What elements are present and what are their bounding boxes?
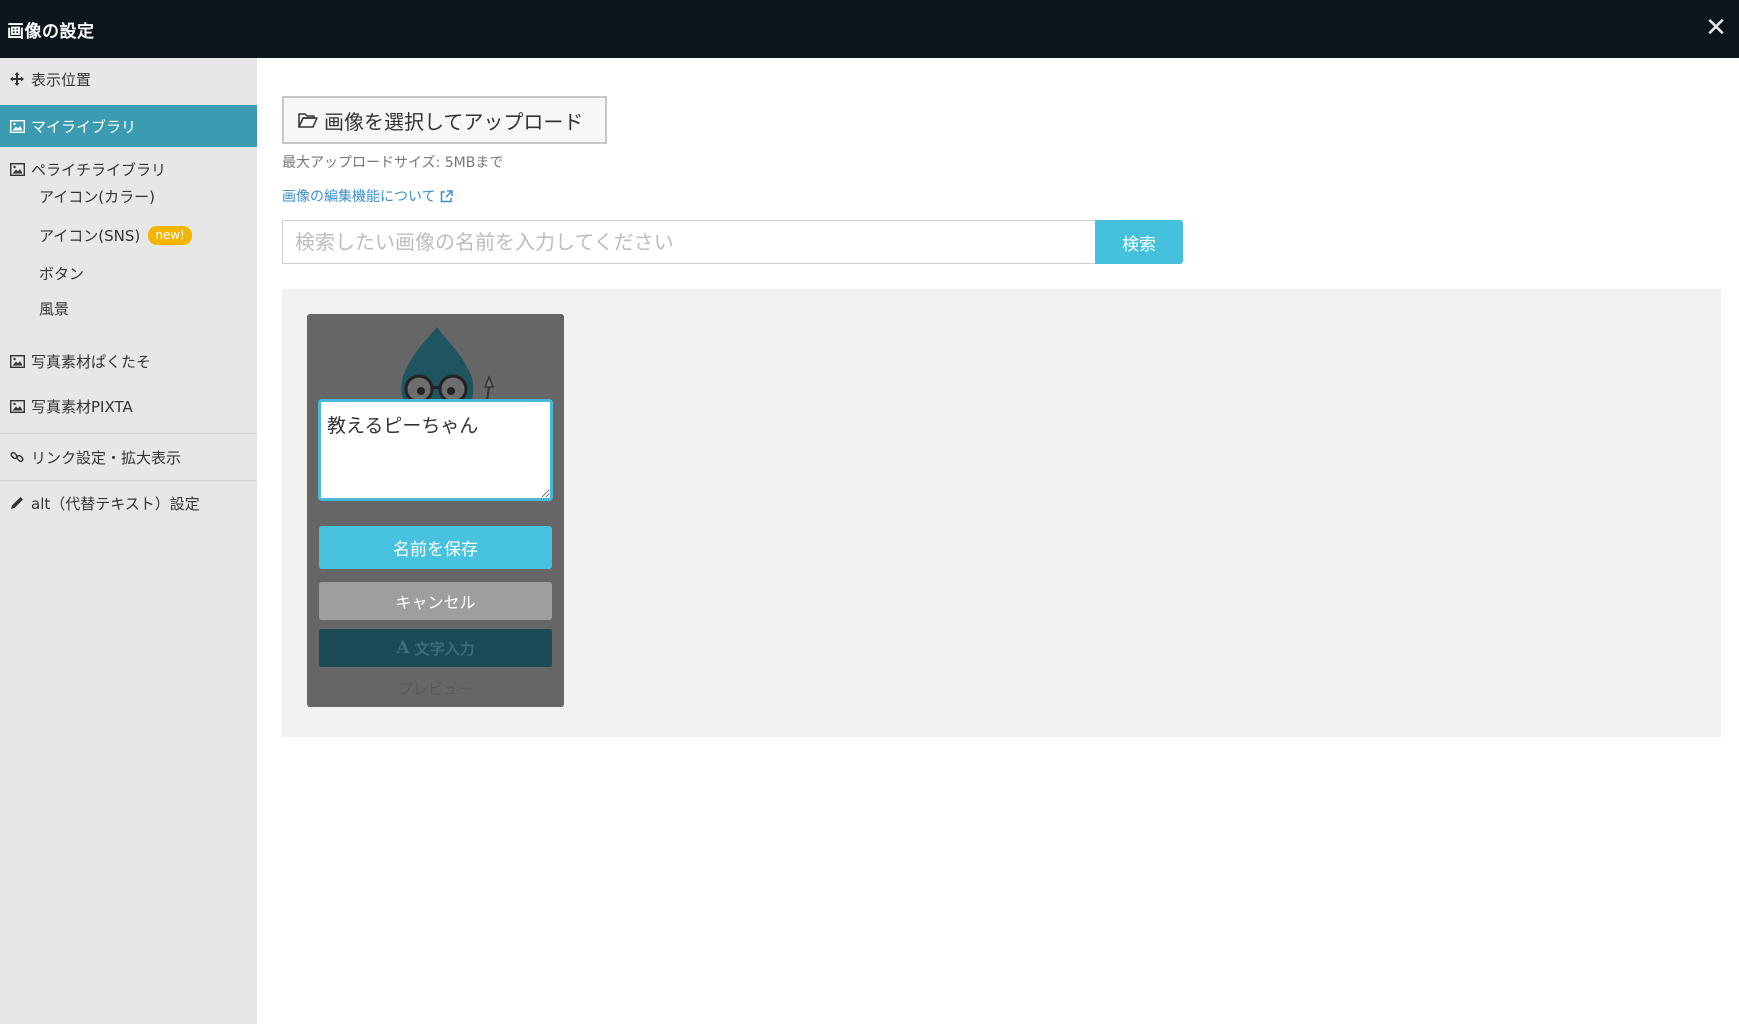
image-icon: [9, 353, 25, 369]
image-icon: [9, 118, 25, 134]
save-name-button[interactable]: 名前を保存: [319, 526, 552, 569]
sidebar-item-label: リンク設定・拡大表示: [31, 448, 182, 467]
image-editing-help-link[interactable]: 画像の編集機能について: [282, 186, 453, 206]
sidebar: 表示位置 マイライブラリ ペライチライブラリ アイコン(カラー) アイコン(SN…: [0, 58, 257, 1024]
sidebar-subitem-button[interactable]: ボタン: [39, 259, 84, 287]
sidebar-item-label: 写真素材PIXTA: [31, 397, 133, 416]
sidebar-item-pixta[interactable]: 写真素材PIXTA: [0, 388, 257, 424]
sidebar-item-position[interactable]: 表示位置: [0, 58, 257, 100]
external-link-icon: [440, 189, 453, 202]
link-icon: [9, 449, 25, 465]
sidebar-subitem-label: アイコン(SNS): [39, 226, 141, 245]
font-icon: A: [396, 638, 410, 658]
image-card[interactable]: 名前を保存 キャンセル A 文字入力 プレビュー: [307, 314, 564, 707]
text-input-button[interactable]: A 文字入力: [319, 629, 552, 667]
sidebar-subitem-label: アイコン(カラー): [39, 187, 155, 206]
sidebar-item-label: ペライチライブラリ: [31, 160, 167, 179]
search-button[interactable]: 検索: [1095, 220, 1183, 264]
upload-image-button[interactable]: 画像を選択してアップロード: [282, 96, 607, 144]
image-icon: [9, 398, 25, 414]
upload-size-note: 最大アップロードサイズ: 5MBまで: [282, 155, 504, 171]
upload-button-label: 画像を選択してアップロード: [324, 109, 584, 134]
help-link-label: 画像の編集機能について: [282, 189, 436, 205]
sidebar-subitem-label: ボタン: [39, 264, 85, 283]
sidebar-subitem-label: 風景: [39, 299, 70, 318]
sidebar-item-my-library[interactable]: マイライブラリ: [0, 105, 257, 147]
image-search-input[interactable]: [282, 220, 1095, 264]
new-badge: new!: [148, 225, 192, 245]
sidebar-subitem-scenery[interactable]: 風景: [39, 294, 69, 322]
sidebar-item-label: マイライブラリ: [31, 117, 137, 136]
close-icon[interactable]: ✕: [1701, 11, 1731, 45]
image-name-textarea[interactable]: [318, 399, 553, 501]
pencil-icon: [9, 495, 25, 511]
folder-open-icon: [298, 112, 318, 128]
preview-link[interactable]: プレビュー: [307, 678, 564, 699]
sidebar-item-pakutaso[interactable]: 写真素材ぱくたそ: [0, 343, 257, 379]
modal-header: 画像の設定 ✕: [0, 0, 1739, 58]
main-content: 画像を選択してアップロード 最大アップロードサイズ: 5MBまで 画像の編集機能…: [257, 58, 1739, 1024]
image-gallery: 名前を保存 キャンセル A 文字入力 プレビュー: [282, 289, 1721, 737]
modal-title: 画像の設定: [7, 22, 95, 42]
text-input-label: 文字入力: [414, 639, 475, 658]
sidebar-item-alt-settings[interactable]: alt（代替テキスト）設定: [0, 481, 257, 525]
sidebar-item-label: 表示位置: [31, 70, 92, 89]
move-icon: [9, 71, 25, 87]
sidebar-subitem-icon-color[interactable]: アイコン(カラー): [39, 182, 155, 210]
cancel-button[interactable]: キャンセル: [319, 582, 552, 620]
sidebar-item-label: 写真素材ぱくたそ: [31, 352, 152, 371]
sidebar-item-link-settings[interactable]: リンク設定・拡大表示: [0, 434, 257, 480]
sidebar-subitem-icon-sns[interactable]: アイコン(SNS) new!: [39, 221, 192, 249]
sidebar-item-label: alt（代替テキスト）設定: [31, 494, 200, 513]
image-icon: [9, 161, 25, 177]
